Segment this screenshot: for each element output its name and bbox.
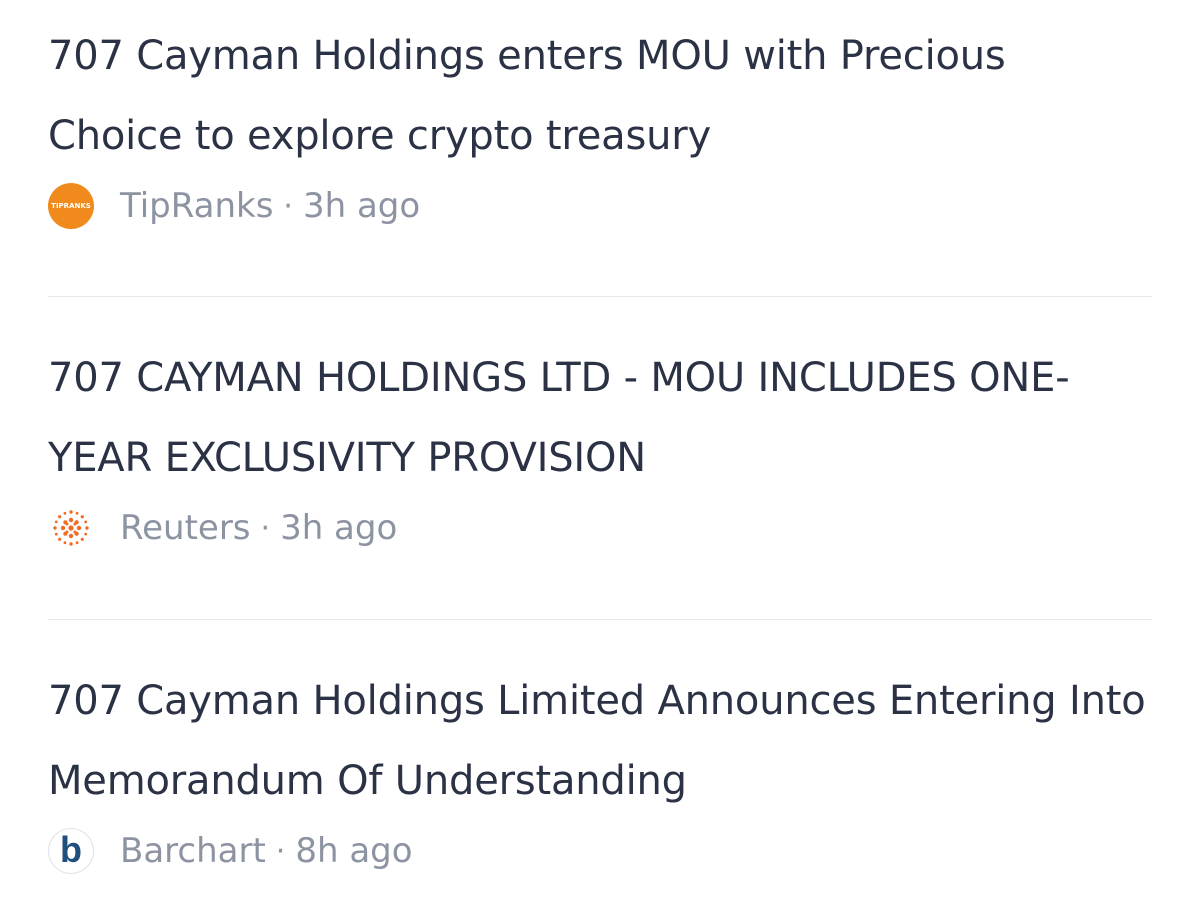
news-headline[interactable]: 707 CAYMAN HOLDINGS LTD - MOU INCLUDES O…	[48, 338, 1152, 498]
barchart-logo-letter: b	[60, 829, 82, 870]
news-feed: 707 Cayman Holdings enters MOU with Prec…	[0, 0, 1200, 920]
tipranks-logo-text: TIPRANKS	[51, 202, 91, 210]
barchart-logo-icon: b	[48, 828, 94, 874]
divider	[48, 296, 1152, 297]
news-source: Reuters	[120, 508, 251, 548]
meta-separator: ·	[260, 510, 271, 546]
news-headline[interactable]: 707 Cayman Holdings enters MOU with Prec…	[48, 16, 1152, 176]
news-source: Barchart	[120, 831, 266, 871]
news-timestamp: 3h ago	[280, 508, 398, 548]
news-meta: b Barchart · 8h ago	[48, 821, 1152, 881]
news-meta: TIPRANKS TipRanks · 3h ago	[48, 176, 1152, 236]
reuters-dots-icon	[53, 510, 89, 546]
tipranks-logo-icon: TIPRANKS	[48, 183, 94, 229]
news-meta: Reuters · 3h ago	[48, 498, 1152, 558]
meta-separator: ·	[275, 833, 286, 869]
news-source: TipRanks	[120, 186, 274, 226]
news-headline[interactable]: 707 Cayman Holdings Limited Announces En…	[48, 661, 1152, 821]
news-item[interactable]: 707 CAYMAN HOLDINGS LTD - MOU INCLUDES O…	[48, 322, 1152, 558]
news-item[interactable]: 707 Cayman Holdings Limited Announces En…	[48, 645, 1152, 881]
divider	[48, 619, 1152, 620]
news-timestamp: 8h ago	[295, 831, 413, 871]
meta-separator: ·	[283, 188, 293, 224]
news-item[interactable]: 707 Cayman Holdings enters MOU with Prec…	[48, 0, 1152, 236]
news-timestamp: 3h ago	[302, 186, 421, 226]
reuters-logo-icon	[48, 505, 94, 551]
